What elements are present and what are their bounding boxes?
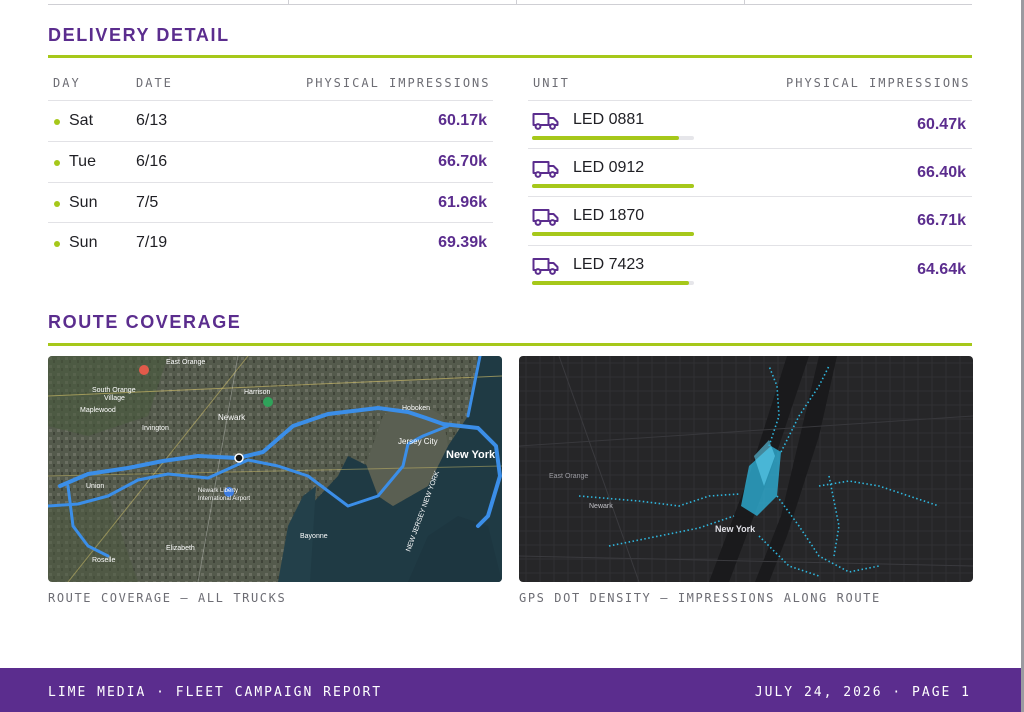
unit-row: LED 0912 66.40k — [528, 148, 972, 197]
row-date: 6/16 — [136, 153, 168, 170]
map-label: New York — [715, 524, 756, 534]
dot-marker — [54, 119, 60, 125]
map-label: Bayonne — [300, 533, 328, 540]
unit-impressions-bar — [532, 232, 694, 236]
table-row: Tue 6/16 66.70k — [48, 141, 493, 182]
unit-row: LED 7423 64.64k — [528, 245, 972, 294]
unit-impressions-bar — [532, 136, 694, 140]
row-impressions: 66.70k — [438, 153, 487, 170]
header-physical-impressions: PHYSICAL IMPRESSIONS — [306, 76, 491, 90]
map-label: Irvington — [142, 425, 169, 432]
row-day: Tue — [69, 153, 96, 170]
unit-impressions: 60.47k — [917, 116, 966, 133]
truck-icon — [532, 161, 559, 178]
map-label: New York — [446, 449, 496, 461]
row-day: Sun — [69, 234, 98, 251]
unit-impressions-bar-fill — [532, 184, 694, 188]
truck-icon — [532, 113, 559, 130]
gps-density-caption: GPS DOT DENSITY — IMPRESSIONS ALONG ROUT… — [519, 591, 881, 605]
map-label: Jersey City — [398, 437, 438, 446]
dot-marker — [54, 241, 60, 247]
row-impressions: 69.39k — [438, 234, 487, 251]
gps-density-graphic: East Orange Newark New York — [519, 356, 973, 582]
map-label: East Orange — [549, 473, 588, 480]
route-coverage-caption: ROUTE COVERAGE — ALL TRUCKS — [48, 591, 287, 605]
route-coverage-title: ROUTE COVERAGE — [48, 312, 242, 332]
unit-impressions-bar-fill — [532, 136, 680, 140]
unit-impressions: 66.40k — [917, 164, 966, 181]
unit-impressions-bar — [532, 281, 694, 285]
unit-name: LED 0881 — [573, 111, 645, 128]
unit-impressions-bar-fill — [532, 281, 690, 285]
table-row: Sun 7/19 69.39k — [48, 222, 493, 263]
unit-impressions: 66.71k — [917, 212, 966, 229]
map-label: East Orange — [166, 359, 205, 366]
table-row: Sat 6/13 60.17k — [48, 100, 493, 141]
row-date: 6/13 — [136, 112, 168, 129]
unit-impressions-bar-fill — [532, 232, 694, 236]
row-day: Sun — [69, 194, 98, 211]
map-label: Union — [86, 483, 104, 490]
route-coverage-rule — [48, 343, 972, 346]
unit-impressions-bar — [532, 184, 694, 188]
unit-name: LED 0912 — [573, 159, 645, 176]
header-unit: UNIT — [533, 76, 570, 90]
map-label: Maplewood — [80, 407, 116, 414]
footer-date-page: JULY 24, 2026 · PAGE 1 — [754, 685, 971, 700]
header-date: DATE — [136, 76, 173, 90]
footer-brand: LIME MEDIA · FLEET CAMPAIGN REPORT — [48, 685, 383, 700]
map-label: Harrison — [244, 389, 271, 396]
map-label: Elizabeth — [166, 545, 195, 552]
unit-row: LED 1870 66.71k — [528, 196, 972, 245]
delivery-detail-rule — [48, 55, 972, 58]
map-label: South Orange — [92, 387, 136, 394]
map-label: Newark — [589, 503, 613, 510]
row-impressions: 61.96k — [438, 194, 487, 211]
gps-density-map: East Orange Newark New York — [519, 356, 973, 582]
route-coverage-map: East Orange South Orange Village Maplewo… — [48, 356, 502, 582]
dot-marker — [54, 160, 60, 166]
row-date: 7/5 — [136, 194, 159, 211]
map-label: Roselle — [92, 557, 115, 564]
map-label: Village — [104, 395, 125, 402]
row-date: 7/19 — [136, 234, 168, 251]
dot-marker — [54, 201, 60, 207]
truck-icon — [532, 209, 559, 226]
map-label: Newark — [218, 413, 246, 422]
row-impressions: 60.17k — [438, 112, 487, 129]
row-day: Sat — [69, 112, 94, 129]
unit-row: LED 0881 60.47k — [528, 100, 972, 149]
unit-impressions: 64.64k — [917, 261, 966, 278]
unit-name: LED 7423 — [573, 256, 645, 273]
unit-name: LED 1870 — [573, 207, 645, 224]
map-label: International Airport — [198, 496, 250, 502]
header-unit-impressions: PHYSICAL IMPRESSIONS — [786, 76, 971, 90]
top-table-rule — [48, 0, 972, 5]
truck-icon — [532, 258, 559, 275]
delivery-detail-title: DELIVERY DETAIL — [48, 25, 230, 45]
header-day: DAY — [53, 76, 81, 90]
map-label: Newark Liberty — [198, 488, 238, 494]
report-footer: LIME MEDIA · FLEET CAMPAIGN REPORT JULY … — [0, 668, 1021, 712]
map-label: Hoboken — [402, 405, 430, 412]
table-row: Sun 7/5 61.96k — [48, 182, 493, 223]
satellite-map-graphic: East Orange South Orange Village Maplewo… — [48, 356, 502, 582]
